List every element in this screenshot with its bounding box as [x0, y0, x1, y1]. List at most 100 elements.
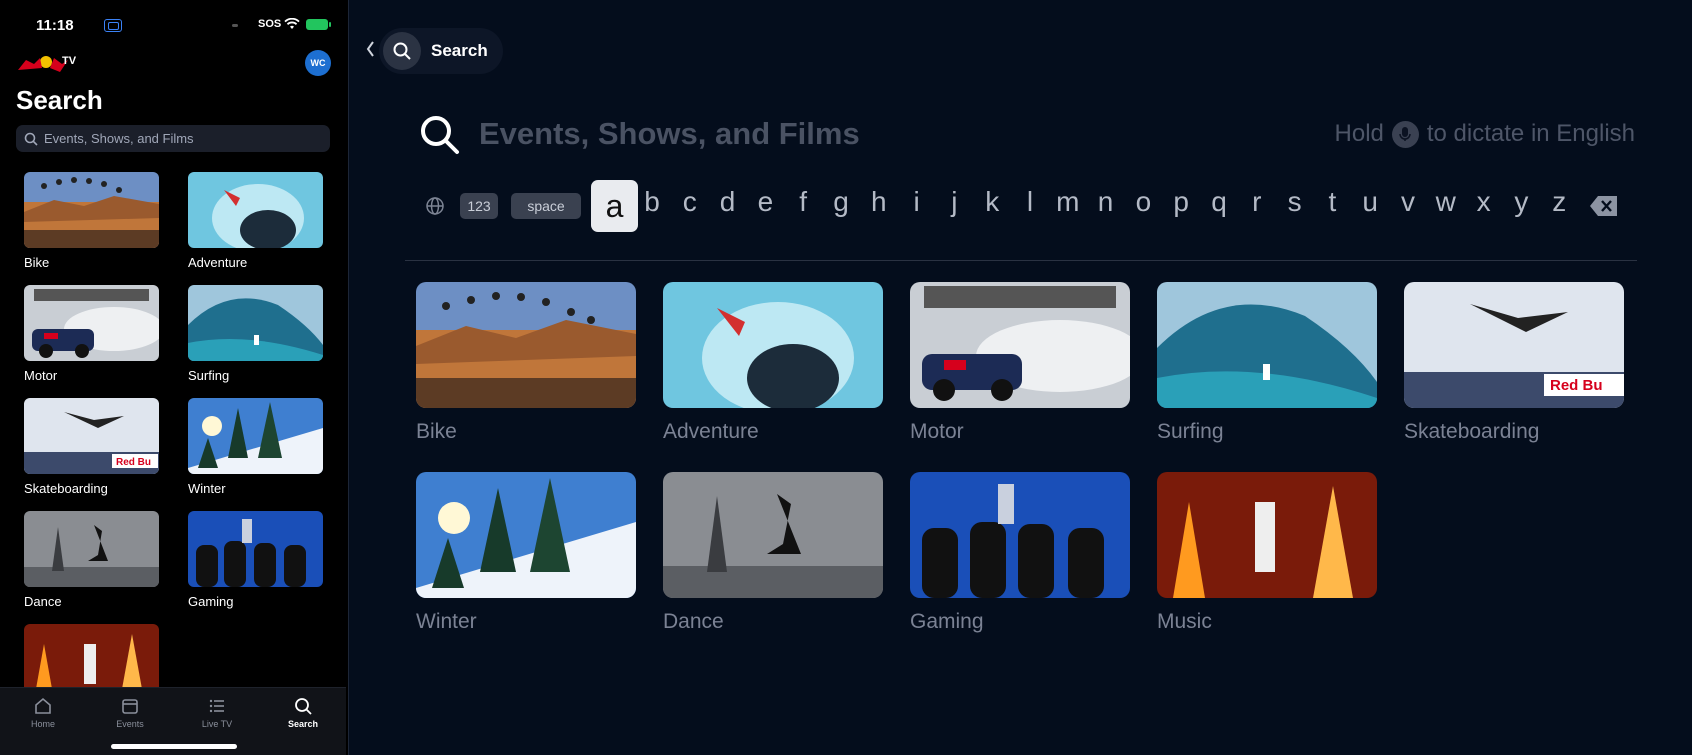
search-icon — [383, 32, 421, 70]
svg-text:TV: TV — [62, 55, 77, 67]
tv-category-surfing[interactable]: Surfing — [1157, 282, 1377, 444]
key-b[interactable]: b — [637, 186, 667, 218]
avatar[interactable]: WC — [305, 50, 331, 76]
tv-app: Search Events, Shows, and Films Hold to … — [348, 0, 1692, 755]
gaming-thumbnail — [910, 472, 1130, 598]
category-label: Skateboarding — [24, 481, 108, 496]
category-card-surfing[interactable]: Surfing — [188, 285, 323, 383]
gaming-thumbnail — [188, 511, 323, 587]
tab-label: Home — [30, 719, 55, 729]
tv-category-dance[interactable]: Dance — [663, 472, 883, 634]
category-label: Winter — [188, 481, 226, 496]
key-m[interactable]: m — [1053, 186, 1083, 218]
key-w[interactable]: w — [1431, 186, 1461, 218]
key-y[interactable]: y — [1506, 186, 1536, 218]
category-label: Bike — [416, 420, 457, 443]
key-i[interactable]: i — [902, 186, 932, 218]
status-sos: SOS — [258, 18, 282, 30]
motor-thumbnail — [24, 285, 159, 361]
status-time: 11:18 — [36, 17, 74, 34]
key-s[interactable]: s — [1280, 186, 1310, 218]
category-label: Surfing — [1157, 420, 1224, 443]
key-n[interactable]: n — [1091, 186, 1121, 218]
surfing-thumbnail — [1157, 282, 1377, 408]
tv-category-gaming[interactable]: Gaming — [910, 472, 1130, 634]
space-key[interactable]: space — [511, 193, 581, 219]
key-k[interactable]: k — [977, 186, 1007, 218]
category-card-winter[interactable]: Winter — [188, 398, 323, 496]
key-e[interactable]: e — [750, 186, 780, 218]
key-a-selected[interactable]: a — [591, 180, 638, 232]
red-bull-tv-logo: TV — [18, 55, 77, 72]
tab-live-tv[interactable]: Live TV — [187, 696, 247, 729]
dictation-suffix: to dictate in English — [1426, 120, 1635, 147]
category-card-skateboarding[interactable]: Red Bu Skateboarding — [24, 398, 159, 496]
tab-home[interactable]: Home — [13, 696, 73, 729]
tab-label: Events — [116, 719, 144, 729]
category-card-gaming[interactable]: Gaming — [188, 511, 323, 609]
dance-thumbnail — [663, 472, 883, 598]
key-c[interactable]: c — [675, 186, 705, 218]
key-q[interactable]: q — [1204, 186, 1234, 218]
tv-category-motor[interactable]: Motor — [910, 282, 1130, 444]
key-z[interactable]: z — [1544, 186, 1574, 218]
tv-category-adventure[interactable]: Adventure — [663, 282, 883, 444]
category-label: Bike — [24, 255, 50, 270]
category-label: Adventure — [188, 255, 248, 270]
category-label: Adventure — [663, 420, 759, 443]
svg-text:Red Bu: Red Bu — [116, 457, 151, 468]
search-tab-label: Search — [431, 41, 488, 60]
tab-events[interactable]: Events — [100, 696, 160, 729]
search-tab-pill[interactable]: Search — [379, 28, 503, 74]
key-p[interactable]: p — [1166, 186, 1196, 218]
key-g[interactable]: g — [826, 186, 856, 218]
search-placeholder: Events, Shows, and Films — [44, 131, 194, 146]
screen-mirror-icon — [104, 19, 122, 32]
signal-dot-icon — [232, 24, 238, 27]
category-card-bike[interactable]: Bike — [24, 172, 159, 270]
tab-search[interactable]: Search — [273, 696, 333, 729]
category-label: Winter — [416, 610, 477, 633]
key-j[interactable]: j — [939, 186, 969, 218]
winter-thumbnail — [188, 398, 323, 474]
tv-category-music[interactable]: Music — [1157, 472, 1377, 634]
search-input[interactable]: Events, Shows, and Films — [16, 125, 330, 152]
backspace-icon[interactable] — [1589, 195, 1619, 217]
category-card-dance[interactable]: Dance — [24, 511, 159, 609]
key-d[interactable]: d — [713, 186, 743, 218]
category-card-motor[interactable]: Motor — [24, 285, 159, 383]
category-label: Music — [1157, 610, 1212, 633]
home-indicator[interactable] — [111, 744, 237, 749]
status-bar: 11:18 SOS — [0, 14, 346, 36]
surfing-thumbnail — [188, 285, 323, 361]
dictation-hint: Hold to dictate in English — [1335, 120, 1635, 148]
key-o[interactable]: o — [1128, 186, 1158, 218]
tv-category-winter[interactable]: Winter — [416, 472, 636, 634]
globe-icon[interactable] — [425, 196, 445, 216]
skateboarding-thumbnail: Red Bu — [24, 398, 159, 474]
key-x[interactable]: x — [1469, 186, 1499, 218]
search-icon — [421, 116, 459, 154]
key-r[interactable]: r — [1242, 186, 1272, 218]
key-u[interactable]: u — [1355, 186, 1385, 218]
key-t[interactable]: t — [1317, 186, 1347, 218]
tv-category-bike[interactable]: Bike — [416, 282, 636, 444]
tab-label: Search — [287, 719, 319, 729]
search-query-field[interactable]: Events, Shows, and Films — [479, 116, 860, 152]
battery-icon — [306, 19, 331, 30]
key-h[interactable]: h — [864, 186, 894, 218]
tv-category-skateboarding[interactable]: Red Bu Skateboarding — [1404, 282, 1624, 444]
category-label: Dance — [24, 594, 62, 609]
svg-text:Red Bu: Red Bu — [1550, 377, 1603, 394]
key-l[interactable]: l — [1015, 186, 1045, 218]
chevron-left-icon[interactable] — [365, 40, 375, 58]
phone-app: 11:18 SOS TV WC Search Events, Shows, an… — [0, 0, 346, 755]
search-icon — [295, 698, 312, 715]
adventure-thumbnail — [188, 172, 323, 248]
adventure-thumbnail — [663, 282, 883, 408]
category-label: Motor — [24, 368, 58, 383]
key-f[interactable]: f — [788, 186, 818, 218]
category-card-adventure[interactable]: Adventure — [188, 172, 323, 270]
numbers-key[interactable]: 123 — [460, 193, 498, 219]
key-v[interactable]: v — [1393, 186, 1423, 218]
